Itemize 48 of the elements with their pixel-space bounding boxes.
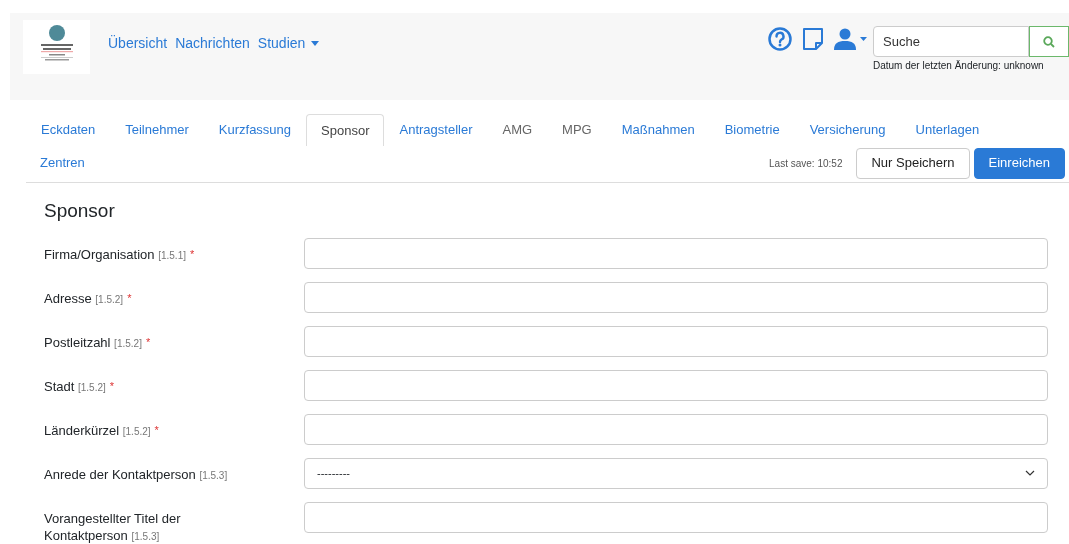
search-button[interactable]	[1029, 26, 1069, 57]
university-logo[interactable]	[23, 20, 90, 74]
input-field[interactable]	[304, 369, 1048, 401]
required-marker: *	[127, 290, 132, 306]
user-icon	[834, 28, 856, 50]
submit-button[interactable]: Einreichen	[973, 147, 1065, 179]
tab[interactable]: Teilnehmer	[110, 114, 204, 146]
field-label: Postleitzahl [1.5.2]	[44, 333, 142, 352]
note-icon[interactable]	[802, 27, 824, 51]
required-marker: *	[145, 334, 151, 350]
input-field[interactable]	[304, 237, 1048, 269]
last-save-text: Last save: 10:52	[769, 156, 843, 171]
save-button[interactable]: Nur Speichern	[856, 147, 970, 179]
nav-link[interactable]: Übersicht	[108, 33, 168, 54]
tab[interactable]: Versicherung	[794, 114, 901, 146]
required-marker: *	[154, 422, 159, 438]
help-icon[interactable]	[768, 27, 792, 51]
tab[interactable]: Maßnahmen	[606, 114, 710, 146]
section-title: Sponsor	[44, 199, 116, 223]
required-marker: *	[190, 246, 195, 262]
search-icon	[1043, 35, 1055, 48]
input-field[interactable]	[304, 281, 1048, 313]
field-label: Firma/Organisation [1.5.1]	[44, 245, 186, 264]
tab[interactable]: Eckdaten	[26, 114, 111, 146]
field-label: Länderkürzel [1.5.2]	[44, 421, 151, 440]
chevron-down-icon	[1025, 470, 1035, 476]
select-field[interactable]: ---------	[304, 457, 1048, 489]
nav-link[interactable]: Nachrichten	[175, 33, 250, 54]
select-value: ---------	[317, 465, 351, 481]
tab[interactable]: Sponsor	[306, 114, 385, 146]
input-field[interactable]	[304, 501, 1048, 533]
field-label: Anrede der Kontaktperson [1.5.3]	[44, 465, 228, 484]
tab[interactable]: Biometrie	[709, 114, 795, 146]
tab[interactable]: Unterlagen	[900, 114, 995, 146]
user-menu[interactable]	[834, 28, 867, 50]
caret-icon	[860, 37, 867, 41]
input-field[interactable]	[304, 413, 1048, 445]
input-field[interactable]	[304, 325, 1048, 357]
field-label: Adresse [1.5.2]	[44, 289, 124, 308]
nav-link[interactable]: Studien	[257, 33, 320, 54]
tab[interactable]: Antragsteller	[384, 114, 488, 146]
tab[interactable]: Zentren	[26, 147, 99, 179]
tab[interactable]: Kurzfassung	[203, 114, 307, 146]
field-label: Vorangestellter Titel der Kontaktperson [1.5.3]	[44, 509, 182, 544]
field-label: Stadt [1.5.2]	[44, 377, 106, 396]
required-marker: *	[109, 378, 115, 394]
last-change-text: Datum der letzten Änderung: unknown	[873, 59, 1045, 73]
search-field[interactable]: Suche	[873, 26, 1029, 57]
